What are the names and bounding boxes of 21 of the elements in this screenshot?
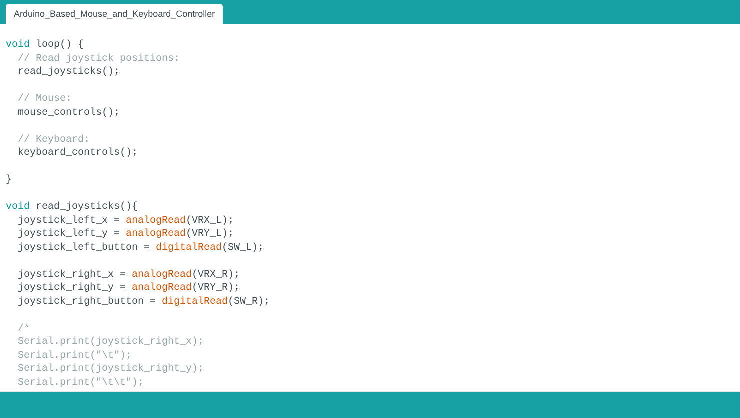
code-line: joystick_left_x = analogRead(VRX_L); — [17, 214, 234, 228]
code-line: Serial.print(joystick_right_x); — [17, 336, 204, 350]
code-line: joystick_right_y = analogRead(VRY_R); — [17, 282, 240, 296]
code-line: // Read joystick positions: — [17, 52, 180, 66]
code-line: void loop() { — [6, 39, 84, 52]
code-line: joystick_right_x = analogRead(VRX_R); — [17, 268, 240, 282]
code-line: read_joysticks(); — [17, 66, 120, 80]
code-line: joystick_right_button = digitalRead(SW_R); — [17, 296, 270, 309]
code-line: // Keyboard: — [17, 134, 90, 147]
code-line: joystick_left_y = analogRead(VRY_L); — [17, 228, 234, 242]
code-line: mouse_controls(); — [17, 106, 120, 120]
code-line: Serial.print(joystick_right_y); — [17, 363, 204, 376]
code-line: /* — [17, 322, 30, 336]
code-line: // Mouse: — [17, 93, 72, 106]
code-line: } — [6, 174, 12, 188]
code-line: void read_joysticks(){ — [6, 201, 138, 214]
code-line: Serial.print("\t"); — [17, 350, 132, 363]
file-tab[interactable]: Arduino_Based_Mouse_and_Keyboard_Controller — [6, 4, 224, 24]
code-line: joystick_left_button = digitalRead(SW_L); — [17, 242, 264, 255]
code-line: Serial.print("\t\t"); — [17, 376, 144, 390]
code-line: keyboard_controls(); — [17, 147, 138, 160]
